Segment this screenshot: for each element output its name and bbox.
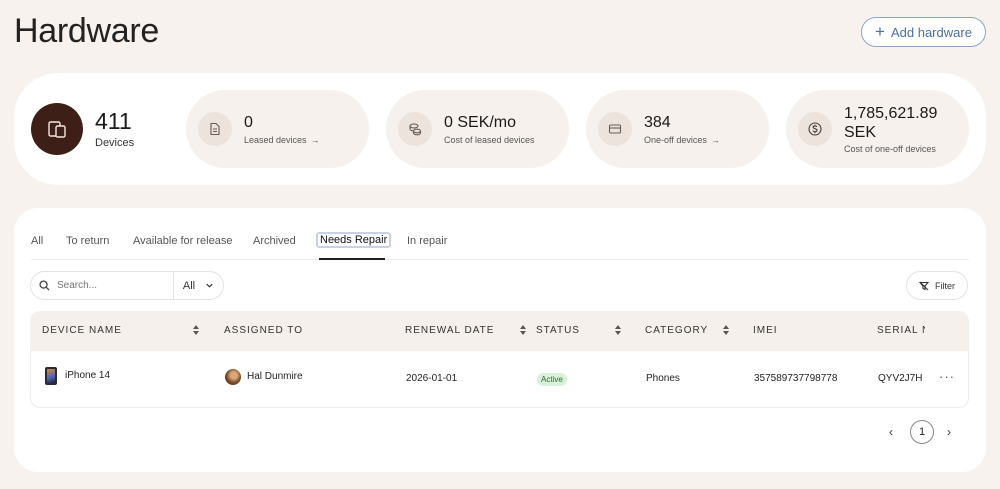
add-hardware-button[interactable]: + Add hardware [861,17,986,47]
page-number-current[interactable]: 1 [910,420,934,444]
one-off-cost-label: Cost of one-off devices [844,144,936,155]
hardware-table-panel: All To return Available for release Arch… [14,208,986,472]
search-icon [39,280,50,291]
cell-serial: QYV2J7H [878,373,923,384]
col-renewal-date[interactable]: RENEWAL DATE [405,325,494,336]
one-off-cost-value: 1,785,621.89 [844,104,938,122]
filter-label: Filter [935,280,955,291]
tab-available-for-release[interactable]: Available for release [133,235,232,247]
dollar-icon [798,112,832,146]
arrow-right-icon: → [310,134,320,145]
sort-icon[interactable] [614,324,622,336]
cell-device-name[interactable]: iPhone 14 [65,370,110,381]
table-row[interactable]: iPhone 14 Hal Dunmire 2026-01-01 Active … [30,351,969,408]
cell-renewal-date: 2026-01-01 [406,373,458,384]
stat-one-off-cost: 1,785,621.89 SEK Cost of one-off devices [786,90,969,168]
col-imei[interactable]: IMEI [753,325,778,336]
lease-cost-value: 0 SEK/mo [444,114,517,132]
col-assigned-to[interactable]: ASSIGNED TO [224,325,303,336]
one-off-cost-currency: SEK [844,124,877,141]
chevron-right-icon[interactable]: › [947,425,951,439]
tab-all[interactable]: All [31,235,43,247]
plus-icon: + [875,21,885,41]
stat-leased[interactable]: 0 Leased devices → [186,90,369,168]
chevron-left-icon[interactable]: ‹ [889,425,893,439]
col-category[interactable]: CATEGORY [645,325,708,336]
lease-cost-label: Cost of leased devices [444,134,535,145]
search-scope-select[interactable]: All [174,280,223,292]
cell-imei: 357589737798778 [754,373,838,384]
active-tab-indicator [319,258,385,260]
arrow-right-icon: → [710,134,720,145]
leased-label: Leased devices [244,134,307,145]
search-bar: All [30,271,224,300]
stat-one-off[interactable]: 384 One-off devices → [586,90,769,168]
one-off-label-row: One-off devices → [644,135,720,145]
document-icon [198,112,232,146]
sort-icon[interactable] [519,324,527,336]
devices-count: 411 [95,108,132,135]
search-scope-value: All [182,279,196,292]
tab-in-repair[interactable]: In repair [407,235,447,247]
tab-bar: All To return Available for release Arch… [31,232,969,260]
card-icon [598,112,632,146]
coins-icon [398,112,432,146]
page-title: Hardware [14,12,159,50]
sort-icon[interactable] [192,324,200,336]
one-off-count: 384 [644,114,671,132]
devices-icon [31,103,83,155]
filter-button[interactable]: Filter [906,271,968,300]
col-serial[interactable]: SERIAL N [877,325,925,336]
phone-device-icon [45,367,57,385]
stat-lease-cost: 0 SEK/mo Cost of leased devices [386,90,569,168]
leased-count: 0 [244,114,253,132]
stat-devices: 411 Devices [31,103,134,155]
tab-to-return[interactable]: To return [66,235,109,247]
filter-icon [919,281,929,290]
col-status[interactable]: STATUS [536,325,580,336]
tab-archived[interactable]: Archived [253,235,296,247]
status-badge: Active [537,373,567,386]
leased-label-row: Leased devices → [244,135,320,145]
chevron-down-icon [206,283,213,288]
stats-panel: 411 Devices 0 Leased devices → 0 SEK/mo … [14,73,986,185]
search-field [31,272,174,299]
cell-category: Phones [646,373,680,384]
search-input[interactable] [57,280,167,291]
col-device-name[interactable]: DEVICE NAME [42,325,122,336]
sort-icon[interactable] [722,324,730,336]
table-header: DEVICE NAME ASSIGNED TO RENEWAL DATE STA… [30,311,969,351]
devices-label: Devices [95,136,135,149]
more-options-icon[interactable]: ··· [939,369,955,384]
one-off-label: One-off devices [644,134,707,145]
avatar [225,369,241,385]
cell-assigned-to[interactable]: Hal Dunmire [247,371,303,382]
add-hardware-label: Add hardware [890,24,972,40]
tab-needs-repair[interactable]: Needs Repair [316,232,392,248]
